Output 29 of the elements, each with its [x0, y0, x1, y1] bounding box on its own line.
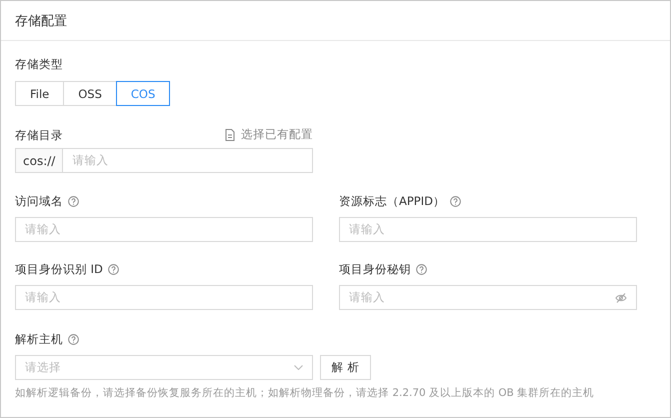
field-label: 存储目录 [15, 128, 63, 142]
segment-tab[interactable]: COS [116, 81, 170, 106]
help-icon[interactable] [416, 264, 427, 274]
help-icon[interactable] [68, 196, 79, 206]
field-label: 解析主机 [15, 332, 63, 346]
host-select[interactable]: 请选择 [15, 355, 313, 380]
field-label: 访问域名 [15, 194, 63, 208]
input-field[interactable]: 请输入 [339, 217, 637, 242]
help-icon[interactable] [108, 264, 119, 274]
field-label: 存储类型 [15, 57, 64, 71]
input-field[interactable]: 请输入 [339, 285, 637, 310]
input-field[interactable]: 请输入 [15, 217, 313, 242]
document-icon [225, 128, 235, 140]
parse-button[interactable]: 解 析 [320, 355, 371, 380]
input-field[interactable]: cos:// 请输入 [15, 148, 313, 173]
chevron-down-icon [294, 365, 303, 370]
input-prefix: cos:// [16, 149, 64, 172]
select-config-link[interactable]: 选择已有配置 [241, 127, 313, 142]
field-label: 项目身份识别 ID [15, 262, 103, 276]
hint-text: 如解析逻辑备份，请选择备份恢复服务所在的主机；如解析物理备份，请选择 2.2.70 及以上版本的 OB 集群所在的主机 [15, 386, 596, 400]
panel-title: 存储配置 [15, 12, 67, 30]
input-field[interactable]: 请输入 [15, 285, 313, 310]
field-label: 项目身份秘钥 [339, 262, 411, 276]
help-icon[interactable] [68, 334, 79, 344]
field-label: 资源标志（APPID） [339, 194, 445, 208]
help-icon[interactable] [450, 196, 461, 206]
segment-tab[interactable]: OSS [63, 81, 117, 106]
segment-tab[interactable]: File [15, 81, 64, 106]
eye-hidden-icon[interactable] [615, 292, 627, 302]
